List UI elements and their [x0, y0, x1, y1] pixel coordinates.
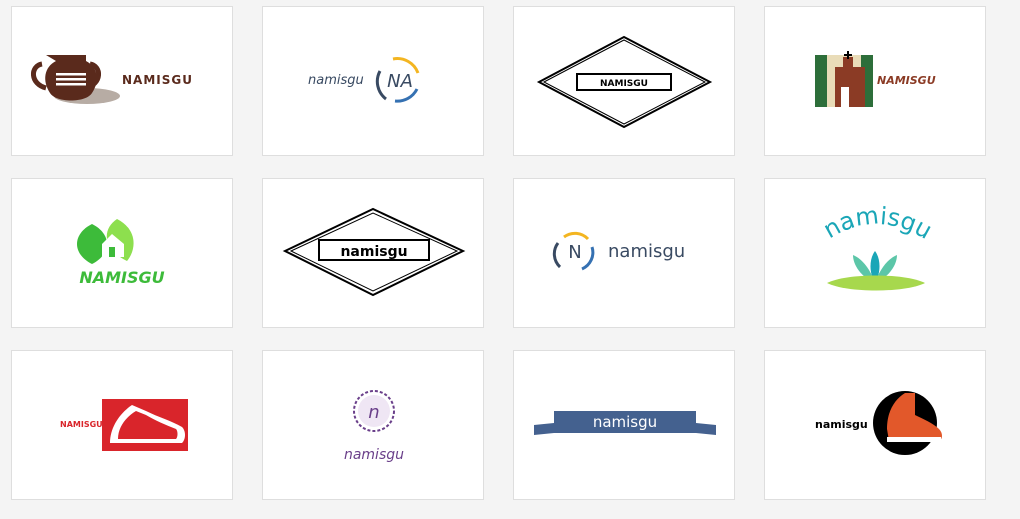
logo-1-text: NAMISGU [122, 73, 193, 87]
logo-8-text: namisgu [819, 201, 937, 244]
leaf-house-icon: NAMISGU [77, 219, 165, 287]
logo-card-11[interactable]: namisgu [513, 350, 735, 500]
logo-card-10[interactable]: n namisgu [262, 350, 484, 500]
boot-icon: namisgu [815, 391, 942, 455]
logo-card-7[interactable]: N namisgu [513, 178, 735, 328]
logo-12-text: namisgu [815, 418, 868, 431]
circle-monogram-icon: namisgu NA [308, 57, 420, 103]
logo-9-text: NAMISGU [60, 420, 103, 429]
logo-2-monogram: NA [387, 71, 413, 92]
logo-card-9[interactable]: NAMISGU [11, 350, 233, 500]
logo-card-2[interactable]: namisgu NA [262, 6, 484, 156]
logo-10-text: namisgu [344, 447, 404, 463]
sneaker-icon: NAMISGU [60, 399, 188, 451]
ribbon-banner-icon: namisgu [534, 411, 716, 435]
logo-2-text: namisgu [308, 73, 364, 88]
logo-card-3[interactable]: NAMISGU [513, 6, 735, 156]
logo-6-text: namisgu [340, 244, 407, 260]
circle-initial-icon: N namisgu [552, 231, 685, 271]
logo-11-text: namisgu [593, 413, 657, 431]
logo-card-12[interactable]: namisgu [764, 350, 986, 500]
logo-card-1[interactable]: NAMISGU [11, 6, 233, 156]
logo-card-8[interactable]: namisgu [764, 178, 986, 328]
logo-7-monogram: N [568, 242, 581, 263]
diamond-plaque-icon: namisgu [282, 207, 466, 297]
logo-card-6[interactable]: namisgu [262, 178, 484, 328]
logo-gallery: NAMISGU namisgu NA NAMISGU NAMISGU NAMIS… [0, 0, 1020, 519]
lotus-icon: namisgu [819, 201, 937, 291]
pottery-vase-icon: NAMISGU [31, 55, 193, 104]
logo-card-4[interactable]: NAMISGU [764, 6, 986, 156]
logo-3-text: NAMISGU [600, 79, 648, 89]
church-icon: NAMISGU [815, 51, 936, 107]
logo-card-5[interactable]: NAMISGU [11, 178, 233, 328]
logo-7-text: namisgu [608, 241, 685, 262]
stamp-badge-icon: n namisgu [344, 390, 404, 463]
diamond-plaque-icon: NAMISGU [536, 35, 713, 129]
logo-4-text: NAMISGU [877, 74, 936, 87]
logo-5-text: NAMISGU [79, 268, 164, 287]
logo-10-monogram: n [368, 402, 379, 423]
